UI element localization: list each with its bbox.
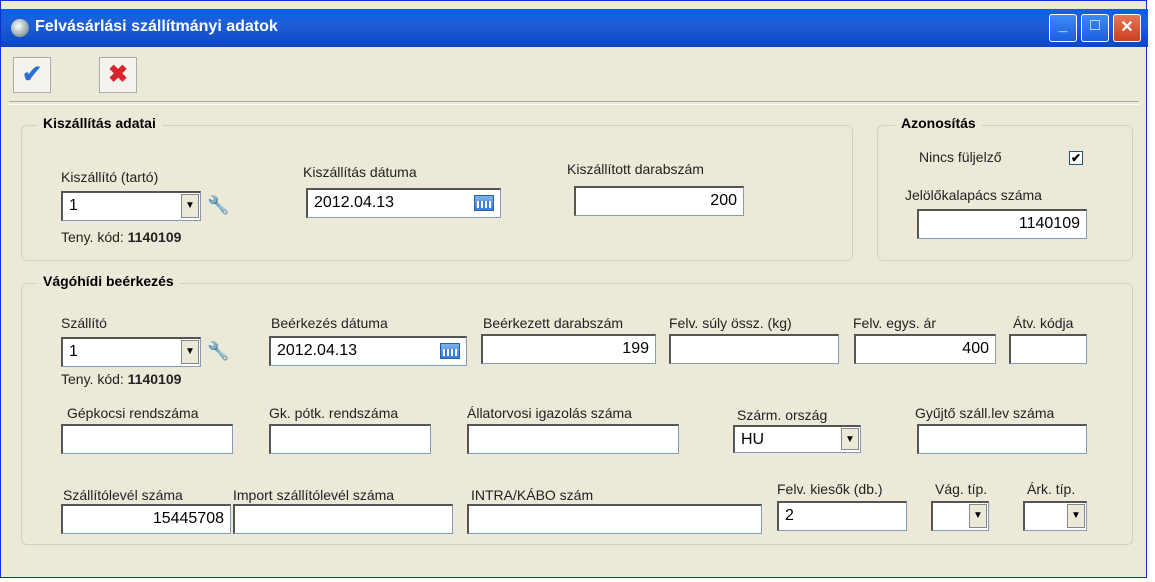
import-label: Import szállítólevél száma (233, 487, 395, 503)
teny-kod-label: Teny. kód: (61, 229, 124, 245)
szallito-combo[interactable]: 1 ▼ (61, 337, 201, 367)
intra-field[interactable] (467, 504, 762, 534)
szarm-orszag-value: HU (741, 431, 765, 448)
jelolokalapacs-field[interactable]: 1140109 (917, 209, 1087, 239)
chevron-down-icon[interactable]: ▼ (969, 504, 987, 528)
vag-tip-label: Vág. típ. (935, 481, 988, 497)
checkmark-icon: ✔ (21, 61, 43, 88)
teny-kod-label: Teny. kód: (61, 371, 124, 387)
ok-button[interactable]: ✔ (13, 57, 51, 93)
nincs-fuljelzo-checkbox[interactable]: ✔ (1069, 151, 1083, 165)
gepkocsi-field[interactable] (61, 424, 233, 454)
wrench-icon[interactable]: 🔧 (207, 193, 229, 217)
gyujto-field[interactable] (917, 424, 1087, 454)
teny-kod-row: Teny. kód: 1140109 (61, 229, 181, 245)
dialog-window: Felvásárlási szállítmányi adatok _ □ ✕ ✔… (0, 0, 1148, 578)
nincs-fuljelzo-label: Nincs füljelző (919, 149, 1002, 165)
close-icon: ✕ (1120, 19, 1134, 36)
maximize-button[interactable]: □ (1081, 14, 1109, 42)
calendar-icon[interactable] (474, 195, 494, 211)
cancel-button[interactable]: ✖ (99, 57, 137, 93)
window-title: Felvásárlási szállítmányi adatok (35, 18, 278, 35)
minimize-button[interactable]: _ (1049, 14, 1077, 42)
gyujto-label: Gyűjtő száll.lev száma (915, 405, 1055, 421)
kiszallitas-datum-field[interactable]: 2012.04.13 (306, 188, 501, 218)
jelolokalapacs-label: Jelölőkalapács száma (905, 187, 1042, 203)
szallito-label: Szállító (61, 315, 107, 331)
atv-kod-label: Átv. kódja (1013, 315, 1074, 331)
vagohidi-teny-kod-row: Teny. kód: 1140109 (61, 371, 181, 387)
intra-label: INTRA/KÁBO szám (471, 487, 594, 503)
kiszallito-label: Kiszállító (tartó) (61, 169, 159, 185)
kiesok-label: Felv. kiesők (db.) (777, 481, 883, 497)
gepkocsi-label: Gépkocsi rendszáma (67, 405, 199, 421)
import-field[interactable] (233, 504, 453, 534)
teny-kod-value: 1140109 (127, 371, 182, 387)
cross-icon: ✖ (107, 61, 129, 88)
app-icon (11, 19, 29, 37)
kiszallito-value: 1 (69, 197, 78, 214)
allatorvosi-field[interactable] (467, 424, 679, 454)
felv-suly-field[interactable] (669, 334, 839, 364)
szallitolevel-field[interactable]: 15445708 (61, 504, 231, 534)
felv-suly-label: Felv. súly össz. (kg) (669, 315, 792, 331)
beerkezett-darab-label: Beérkezett darabszám (483, 315, 624, 331)
gk-potk-field[interactable] (269, 424, 431, 454)
ark-tip-combo[interactable]: ▼ (1023, 501, 1087, 531)
beerkezes-datum-value: 2012.04.13 (277, 342, 358, 359)
beerkezes-datum-field[interactable]: 2012.04.13 (269, 336, 467, 366)
azonositas-legend: Azonosítás (895, 115, 982, 131)
toolbar-separator (9, 101, 1139, 105)
chevron-down-icon[interactable]: ▼ (841, 428, 859, 450)
vagohidi-legend: Vágóhídi beérkezés (37, 273, 180, 289)
kiszallitott-darab-label: Kiszállított darabszám (567, 161, 704, 177)
szallito-value: 1 (69, 343, 78, 360)
szarm-orszag-combo[interactable]: HU ▼ (733, 425, 861, 453)
kiszallitas-datum-label: Kiszállítás dátuma (303, 164, 417, 180)
calendar-icon[interactable] (440, 343, 460, 359)
felv-egys-ar-field[interactable]: 400 (854, 334, 996, 364)
maximize-icon: □ (1090, 17, 1100, 34)
ark-tip-label: Árk. típ. (1027, 481, 1076, 497)
szarm-orszag-label: Szárm. ország (737, 407, 828, 423)
title-bar[interactable]: Felvásárlási szállítmányi adatok _ □ ✕ (1, 9, 1148, 47)
beerkezes-datum-label: Beérkezés dátuma (271, 315, 388, 331)
chevron-down-icon[interactable]: ▼ (1067, 504, 1085, 528)
szallitolevel-label: Szállítólevél száma (63, 487, 183, 503)
kiszallitott-darab-field[interactable]: 200 (574, 186, 744, 216)
kiszallito-combo[interactable]: 1 ▼ (61, 191, 201, 221)
allatorvosi-label: Állatorvosi igazolás száma (467, 405, 632, 421)
kiszallitas-legend: Kiszállítás adatai (37, 115, 162, 131)
kiszallitas-datum-value: 2012.04.13 (314, 194, 395, 211)
chevron-down-icon[interactable]: ▼ (181, 194, 199, 218)
vag-tip-combo[interactable]: ▼ (931, 501, 989, 531)
teny-kod-value: 1140109 (127, 229, 182, 245)
atv-kod-field[interactable] (1009, 334, 1087, 364)
minimize-icon: _ (1058, 17, 1068, 34)
beerkezett-darab-field[interactable]: 199 (481, 334, 656, 364)
kiesok-field[interactable]: 2 (777, 501, 907, 531)
felv-egys-ar-label: Felv. egys. ár (853, 315, 936, 331)
chevron-down-icon[interactable]: ▼ (181, 340, 199, 364)
gk-potk-label: Gk. pótk. rendszáma (269, 405, 399, 421)
close-button[interactable]: ✕ (1113, 14, 1141, 42)
wrench-icon[interactable]: 🔧 (207, 339, 229, 363)
